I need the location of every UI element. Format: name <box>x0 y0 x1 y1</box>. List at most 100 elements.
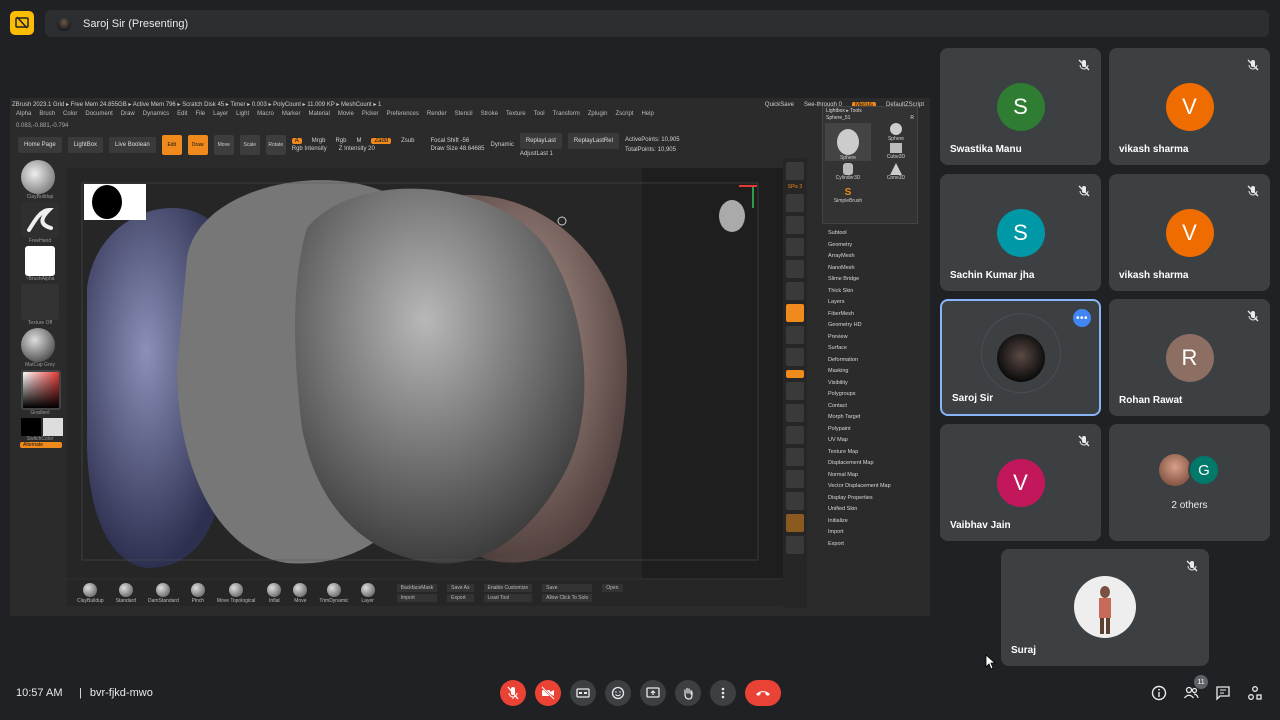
color-picker[interactable] <box>21 370 61 410</box>
participant-tile[interactable]: S Swastika Manu <box>940 48 1101 165</box>
shelf-button[interactable]: Save <box>542 584 593 592</box>
tool-thumb-sphere-head[interactable]: Sphere <box>825 123 871 161</box>
tool-subpalette-item[interactable]: Export <box>828 539 891 551</box>
zoom-button[interactable] <box>786 216 804 234</box>
xyz-button[interactable] <box>786 370 804 378</box>
tool-subpalette-item[interactable]: NanoMesh <box>828 263 891 275</box>
tool-subpalette-item[interactable]: Contact <box>828 401 891 413</box>
participant-tile[interactable]: V vikash sharma <box>1109 174 1270 291</box>
tool-subpalette-item[interactable]: Surface <box>828 343 891 355</box>
mrgb-button[interactable]: Mrgb <box>312 138 326 144</box>
tool-subpalette-item[interactable]: Vector Displacement Map <box>828 481 891 493</box>
zbrush-menu-item[interactable]: Material <box>309 111 330 117</box>
draw-tool-button[interactable]: Draw <box>187 135 208 155</box>
tool-subpalette-item[interactable]: Texture Map <box>828 447 891 459</box>
xpose-button[interactable] <box>786 536 804 554</box>
shelf-brush-button[interactable]: Inflat <box>267 582 282 604</box>
zbrush-viewport[interactable] <box>67 168 783 578</box>
scroll-button[interactable] <box>786 194 804 212</box>
zbrush-menu-item[interactable]: Picker <box>362 111 379 117</box>
home-page-button[interactable]: Home Page <box>18 137 62 153</box>
aahalf-button[interactable] <box>786 260 804 278</box>
alternate-button[interactable]: Alternate <box>20 442 62 448</box>
quicksave-button[interactable]: QuickSave <box>765 102 794 108</box>
freehand-stroke-thumb[interactable] <box>21 202 59 238</box>
raise-hand-button[interactable] <box>675 680 701 706</box>
secondary-color-swatch[interactable] <box>43 418 63 436</box>
tool-thumb-cylinder[interactable]: Cylinder3D <box>825 163 871 185</box>
zbrush-menu-item[interactable]: Color <box>63 111 77 117</box>
shelf-button[interactable]: Export <box>447 594 474 602</box>
participant-tile[interactable]: V vikash sharma <box>1109 48 1270 165</box>
tool-panel-r[interactable]: R <box>910 115 914 121</box>
more-options-button[interactable] <box>710 680 736 706</box>
move-tool-button[interactable]: Move <box>213 135 234 155</box>
zbrush-menu-item[interactable]: Help <box>641 111 653 117</box>
bpr-button[interactable] <box>786 162 804 180</box>
zbrush-menu-item[interactable]: Movie <box>338 111 354 117</box>
zbrush-menu-item[interactable]: Document <box>85 111 112 117</box>
linefill-button[interactable] <box>786 470 804 488</box>
leave-call-button[interactable] <box>745 680 781 706</box>
zbrush-menu-item[interactable]: Tool <box>534 111 545 117</box>
focal-shift-slider[interactable]: Focal Shift -56 <box>430 138 484 144</box>
shelf-brush-button[interactable]: Standard <box>116 582 136 604</box>
more-options-icon[interactable]: ••• <box>1073 309 1091 327</box>
participant-tile[interactable]: R Rohan Rawat <box>1109 299 1270 416</box>
matcap-thumb[interactable] <box>21 328 55 362</box>
tool-subpalette-item[interactable]: Preview <box>828 332 891 344</box>
tool-subpalette-item[interactable]: Geometry <box>828 240 891 252</box>
tool-thumb-sphere[interactable]: Sphere Cube3D <box>873 123 919 161</box>
shelf-button[interactable]: Save As <box>447 584 474 592</box>
tool-subpalette-item[interactable]: Masking <box>828 366 891 378</box>
solo-button[interactable] <box>786 514 804 532</box>
tool-subpalette-item[interactable]: Display Properties <box>828 493 891 505</box>
present-button[interactable] <box>640 680 666 706</box>
zbrush-menu-item[interactable]: Brush <box>39 111 55 117</box>
chat-button[interactable] <box>1214 684 1232 702</box>
participant-tile[interactable]: V Vaibhav Jain <box>940 424 1101 541</box>
zoom3d-button[interactable] <box>786 426 804 444</box>
z-intensity-slider[interactable]: Z Intensity 20 <box>339 146 375 152</box>
lightbox-button[interactable]: LightBox <box>67 137 104 153</box>
zbrush-menu-item[interactable]: Layer <box>213 111 228 117</box>
tool-subpalette-item[interactable]: Slime Bridge <box>828 274 891 286</box>
activities-button[interactable] <box>1246 684 1264 702</box>
tool-subpalette-item[interactable]: FiberMesh <box>828 309 891 321</box>
captions-button[interactable] <box>570 680 596 706</box>
participant-tile-presenter[interactable]: ••• Saroj Sir <box>940 299 1101 416</box>
zbrush-menu-item[interactable]: Macro <box>257 111 274 117</box>
zbrush-menu-item[interactable]: Zscript <box>615 111 633 117</box>
tool-subpalette-item[interactable]: Import <box>828 527 891 539</box>
meeting-code[interactable]: bvr-fjkd-mwo <box>90 687 153 699</box>
participant-tile[interactable]: Suraj <box>1001 549 1209 666</box>
shelf-brush-button[interactable]: DamStandard <box>148 582 179 604</box>
tool-subpalette-item[interactable]: Initialize <box>828 516 891 528</box>
zbrush-menu-item[interactable]: Stroke <box>481 111 498 117</box>
actual-button[interactable] <box>786 238 804 256</box>
shelf-button[interactable]: Import <box>396 594 438 602</box>
shelf-brush-button[interactable]: Move Topological <box>217 582 255 604</box>
replay-last-button[interactable]: ReplayLast <box>519 133 562 149</box>
tool-subpalette-item[interactable]: Visibility <box>828 378 891 390</box>
tool-subpalette-item[interactable]: UV Map <box>828 435 891 447</box>
scale-tool-button[interactable]: Scale <box>239 135 260 155</box>
edit-tool-button[interactable]: Edit <box>161 135 182 155</box>
m-button[interactable]: M <box>356 138 361 144</box>
zbrush-menu-item[interactable]: Render <box>427 111 447 117</box>
shelf-brush-button[interactable]: ClayBuildup <box>77 582 104 604</box>
transp-button[interactable] <box>786 492 804 510</box>
zbrush-menu-item[interactable]: Transform <box>553 111 580 117</box>
tool-thumb-cone[interactable]: Cone3D <box>873 163 919 185</box>
camera-toggle-button[interactable] <box>535 680 561 706</box>
persp-button[interactable] <box>786 282 804 300</box>
shelf-button[interactable]: Allow Click To Solo <box>542 594 593 602</box>
others-tile[interactable]: G 2 others <box>1109 424 1270 541</box>
shelf-brush-button[interactable]: Layer <box>360 582 375 604</box>
floor-button[interactable] <box>786 304 804 322</box>
a-toggle[interactable]: A <box>291 138 302 144</box>
claybuildup-brush-thumb[interactable] <box>21 160 55 194</box>
tool-subpalette-item[interactable]: Unified Skin <box>828 504 891 516</box>
draw-size-slider[interactable]: Draw Size 48.64685 <box>430 146 484 152</box>
zbrush-menu-item[interactable]: Dynamics <box>143 111 169 117</box>
